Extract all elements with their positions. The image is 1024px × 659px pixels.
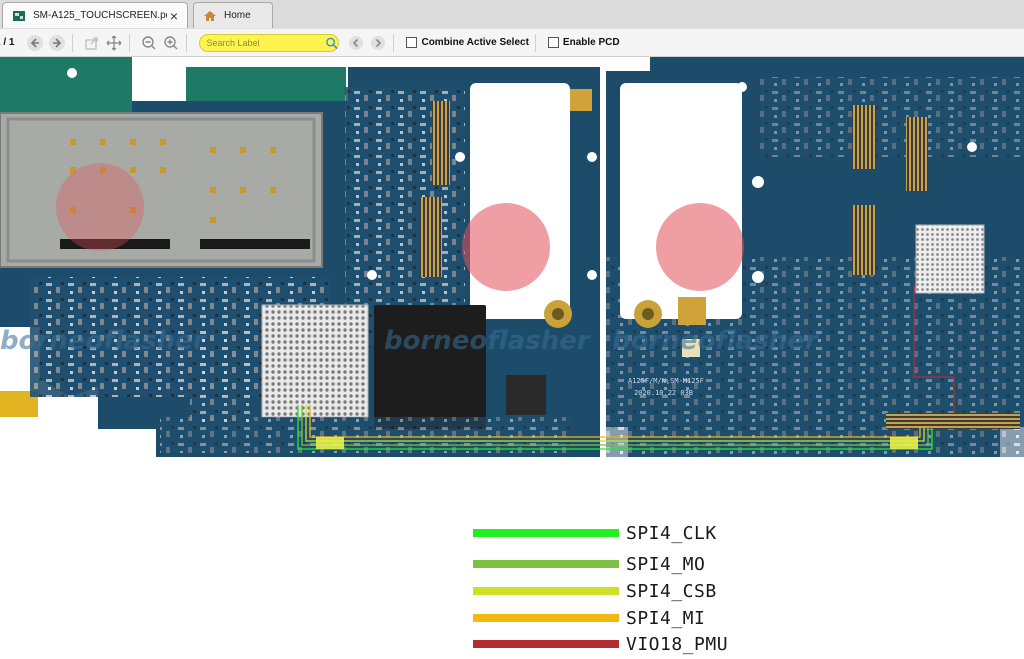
document-canvas[interactable]: A125F/M/N,SM-M125F 2020.10.22 03B borneo… [0, 57, 1024, 659]
divider [72, 33, 74, 52]
back-button[interactable] [26, 34, 44, 52]
lcd-connector [886, 413, 1020, 429]
checkbox-box[interactable] [547, 37, 559, 48]
search-input[interactable] [204, 36, 326, 49]
next-result-button[interactable] [369, 34, 387, 52]
legend-label-spi4-csb: SPI4_CSB [626, 581, 717, 602]
page-indicator: 1 / 1 [0, 37, 15, 48]
search-icon[interactable] [325, 36, 339, 50]
forward-button[interactable] [48, 34, 66, 52]
tab-document-label: SM-A125_TOUCHSCREEN.pdf [33, 10, 167, 21]
board-date-silkscreen: 2020.10.22 03B [634, 389, 693, 397]
zoom-in-icon [164, 35, 178, 49]
close-icon[interactable]: × [167, 8, 181, 24]
memory-chip [374, 305, 486, 429]
connector [852, 105, 876, 169]
home-icon [204, 10, 216, 21]
toolbar: 1 / 1 Combine Active Select Enable PCD [0, 29, 1024, 57]
bga-chip-cpu [261, 304, 369, 418]
legend-label-spi4-mo: SPI4_MO [626, 554, 706, 575]
bga-chip-right [915, 224, 985, 294]
arrow-left-icon [27, 34, 44, 51]
legend-label-spi4-clk: SPI4_CLK [626, 523, 717, 544]
connector [420, 197, 442, 277]
legend-swatch-spi4-csb [473, 587, 619, 595]
legend-swatch-spi4-mi [473, 614, 619, 622]
legend-swatch-spi4-clk [473, 529, 619, 537]
enable-pcd-label: Enable PCD [562, 37, 620, 48]
chevron-right-icon [371, 35, 386, 50]
export-icon [85, 36, 99, 50]
connector [852, 205, 876, 275]
watermark-left: borneoflasher [0, 326, 208, 356]
chevron-left-icon [349, 35, 364, 50]
tab-home[interactable]: Home [193, 2, 273, 28]
combine-active-select-label: Combine Active Select [421, 37, 529, 48]
divider [186, 33, 188, 52]
zoom-out-button[interactable] [140, 34, 158, 52]
connector [432, 101, 450, 185]
export-button[interactable] [83, 34, 101, 52]
legend-label-spi4-mi: SPI4_MI [626, 608, 706, 629]
prev-result-button[interactable] [347, 34, 365, 52]
tab-document[interactable]: SM-A125_TOUCHSCREEN.pdf × [2, 2, 188, 28]
watermark-mid: borneoflasher [384, 326, 592, 356]
divider [534, 33, 536, 52]
tab-bar: SM-A125_TOUCHSCREEN.pdf × Home [0, 0, 1024, 30]
legend-label-vio18-pmu: VIO18_PMU [626, 634, 729, 655]
connector [906, 117, 928, 191]
pdf-board-icon [13, 10, 25, 21]
zoom-out-icon [142, 35, 156, 49]
search-box [199, 33, 340, 52]
checkbox-box[interactable] [406, 37, 418, 48]
divider [393, 33, 395, 52]
enable-pcd-checkbox[interactable]: Enable PCD [547, 37, 620, 48]
legend-swatch-spi4-mo [473, 560, 619, 568]
board-view: A125F/M/N,SM-M125F 2020.10.22 03B borneo… [0, 57, 1024, 457]
watermark-logo [462, 203, 744, 291]
zoom-in-button[interactable] [162, 34, 180, 52]
move-button[interactable] [105, 34, 123, 52]
watermark-right: borneoflasher [612, 326, 820, 356]
tab-home-label: Home [224, 10, 251, 21]
divider [129, 33, 131, 52]
legend-swatch-vio18-pmu [473, 640, 619, 648]
move-icon [107, 35, 122, 50]
arrow-right-icon [49, 34, 66, 51]
board-model-silkscreen: A125F/M/N,SM-M125F [628, 377, 704, 385]
watermark-logo-left [56, 163, 144, 251]
combine-active-select-checkbox[interactable]: Combine Active Select [406, 37, 529, 48]
